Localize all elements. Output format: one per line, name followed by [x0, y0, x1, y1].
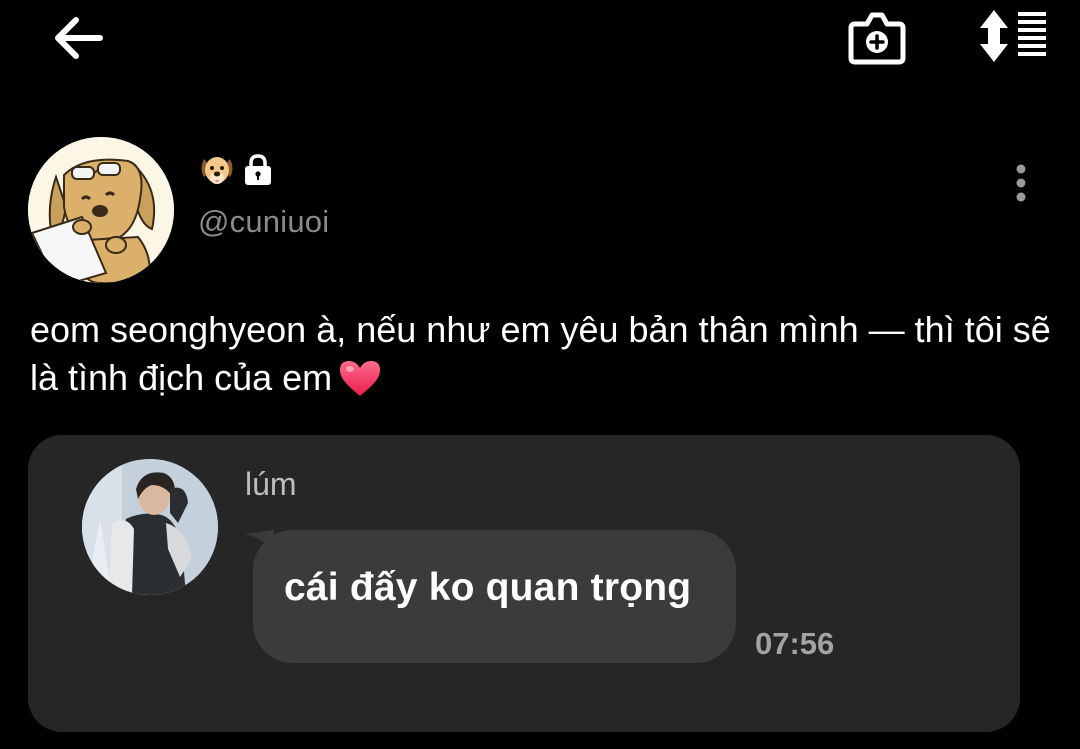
sender-avatar[interactable] — [82, 459, 218, 595]
camera-add-icon — [848, 12, 906, 65]
profile-handle[interactable]: @cuniuoi — [198, 204, 329, 240]
message-text: cái đấy ko quan trọng — [284, 566, 692, 609]
camera-button[interactable] — [845, 8, 909, 68]
message-timestamp: 07:56 — [755, 626, 835, 661]
heart-icon — [340, 361, 381, 396]
person-photo-image — [82, 459, 218, 595]
more-options-button[interactable] — [1004, 162, 1038, 208]
back-button[interactable] — [50, 12, 106, 64]
arrow-left-icon — [55, 17, 103, 59]
vertical-dots-icon — [1016, 164, 1026, 202]
sort-button[interactable] — [972, 8, 1052, 64]
post-screen: @cuniuoi eom seonghyeon à, nếu như em yê… — [0, 0, 1080, 749]
dog-avatar-image — [28, 137, 174, 283]
post-caption: eom seonghyeon à, nếu như em yêu bản thâ… — [30, 306, 1060, 402]
profile-name-row[interactable] — [198, 150, 274, 190]
post-caption-text: eom seonghyeon à, nếu như em yêu bản thâ… — [30, 309, 1051, 398]
message-sender-name: lúm — [245, 466, 297, 502]
lock-icon — [245, 154, 271, 185]
dog-emoji-icon — [201, 157, 233, 184]
profile-avatar[interactable] — [28, 137, 174, 283]
sort-list-icon — [980, 10, 1046, 62]
